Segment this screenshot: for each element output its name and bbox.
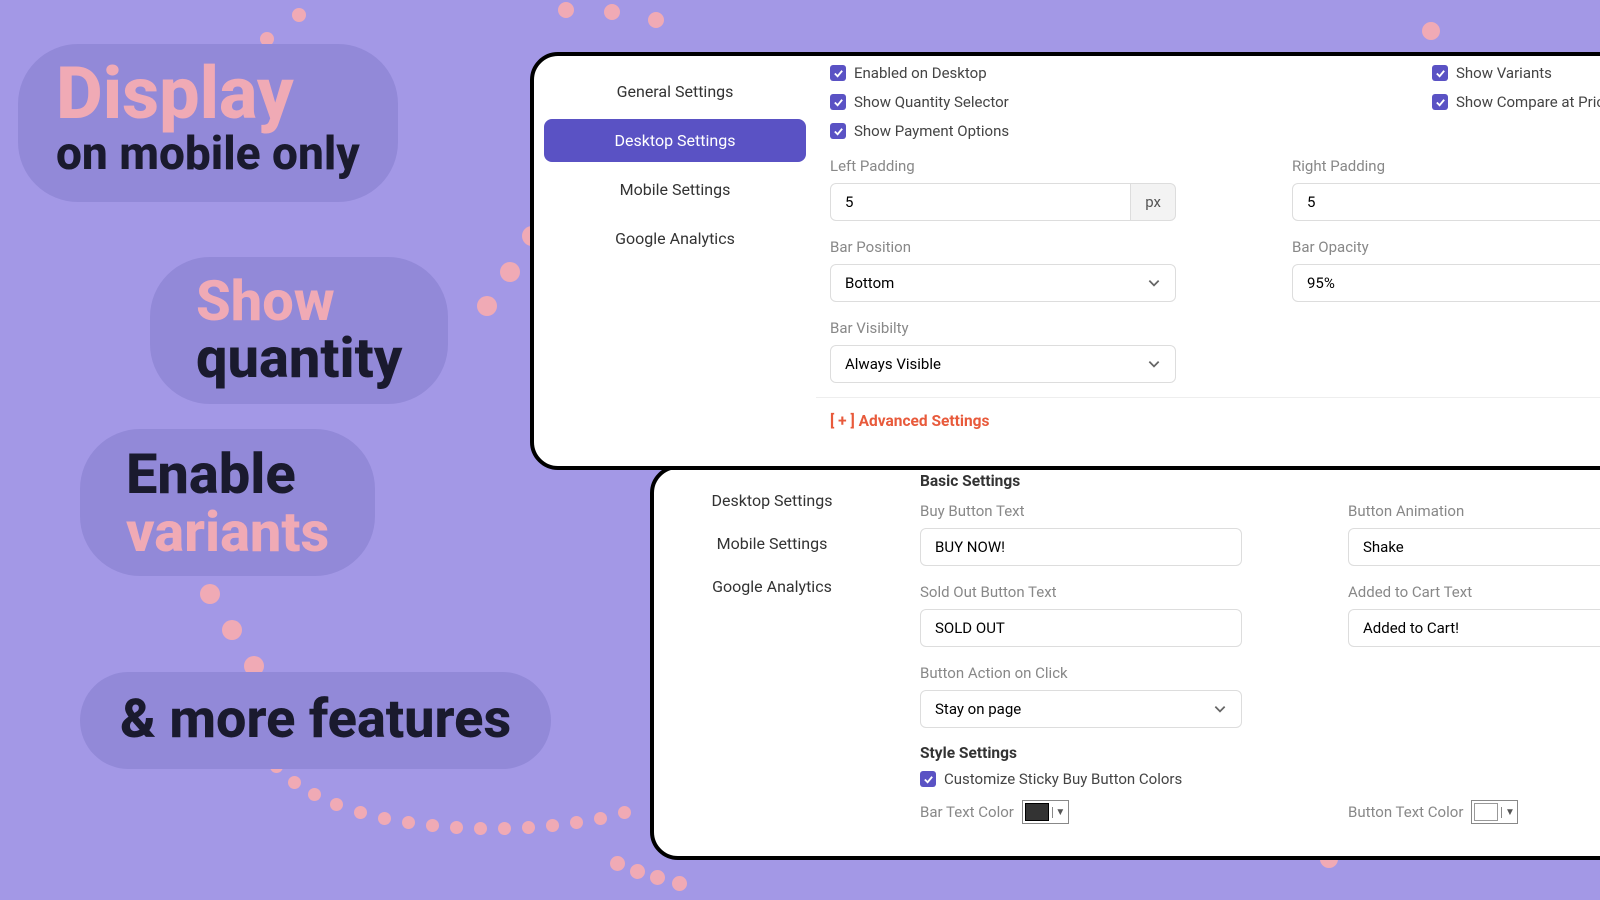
nav-desktop[interactable]: Desktop Settings: [544, 119, 806, 162]
added-to-cart-input[interactable]: Added to Cart!: [1348, 609, 1600, 647]
pill-more-features: & more features: [120, 692, 511, 749]
pill-show-line1: Show: [196, 273, 402, 329]
nav2-google-analytics[interactable]: Google Analytics: [654, 565, 890, 608]
btn-animation-label: Button Animation: [1348, 502, 1600, 520]
chevron-down-icon: [1147, 357, 1161, 371]
color-swatch: [1025, 803, 1049, 821]
style-settings-title: Style Settings: [920, 744, 1600, 762]
bar-opacity-label: Bar Opacity: [1292, 238, 1600, 256]
bar-visibility-select[interactable]: Always Visible: [830, 345, 1176, 383]
chevron-down-icon: [1213, 702, 1227, 716]
bar-position-label: Bar Position: [830, 238, 1176, 256]
sidebar-2: Desktop Settings Mobile Settings Google …: [654, 469, 890, 608]
left-padding-label: Left Padding: [830, 157, 1176, 175]
color-swatch: [1474, 803, 1498, 821]
advanced-settings-link[interactable]: [ + ] Advanced Settings: [830, 412, 1600, 430]
nav-mobile[interactable]: Mobile Settings: [544, 168, 806, 211]
bar-position-select[interactable]: Bottom: [830, 264, 1176, 302]
bar-text-color-label: Bar Text Color: [920, 803, 1014, 821]
added-to-cart-label: Added to Cart Text: [1348, 583, 1600, 601]
settings-window-2: Desktop Settings Mobile Settings Google …: [650, 465, 1600, 860]
btn-text-color-label: Button Text Color: [1348, 803, 1463, 821]
pill-enable-line2: variants: [126, 504, 329, 560]
btn-animation-input[interactable]: Shake: [1348, 528, 1600, 566]
check-icon: [830, 94, 846, 110]
right-padding-input[interactable]: 5: [1292, 183, 1600, 221]
nav2-mobile[interactable]: Mobile Settings: [654, 522, 890, 565]
buy-btn-text-label: Buy Button Text: [920, 502, 1242, 520]
checkbox-customize-colors[interactable]: Customize Sticky Buy Button Colors: [920, 770, 1600, 788]
unit-px: px: [1131, 183, 1176, 221]
nav-google-analytics[interactable]: Google Analytics: [544, 217, 806, 260]
pill-display-line2: on mobile only: [56, 130, 360, 178]
pill-display-line1: Display: [56, 58, 360, 130]
bar-visibility-label: Bar Visibilty: [830, 319, 1176, 337]
dropdown-arrow-icon: ▼: [1052, 807, 1066, 818]
buy-btn-text-input[interactable]: BUY NOW!: [920, 528, 1242, 566]
sidebar-1: General Settings Desktop Settings Mobile…: [534, 56, 816, 266]
btn-action-label: Button Action on Click: [920, 664, 1242, 682]
btn-action-select[interactable]: Stay on page: [920, 690, 1242, 728]
settings-window-1: General Settings Desktop Settings Mobile…: [530, 52, 1600, 470]
pill-show-line2: quantity: [196, 329, 402, 388]
checkbox-enabled-desktop[interactable]: Enabled on Desktop: [830, 64, 1176, 82]
checkbox-show-compare[interactable]: Show Compare at Price: [1432, 93, 1600, 111]
check-icon: [830, 65, 846, 81]
check-icon: [1432, 65, 1448, 81]
basic-settings-title: Basic Settings: [920, 472, 1600, 490]
dropdown-arrow-icon: ▼: [1501, 807, 1515, 818]
nav2-desktop[interactable]: Desktop Settings: [654, 479, 890, 522]
checkbox-show-variants[interactable]: Show Variants: [1432, 64, 1600, 82]
chevron-down-icon: [1147, 276, 1161, 290]
check-icon: [1432, 94, 1448, 110]
right-padding-label: Right Padding: [1292, 157, 1600, 175]
sold-out-input[interactable]: SOLD OUT: [920, 609, 1242, 647]
checkbox-show-quantity[interactable]: Show Quantity Selector: [830, 93, 1176, 111]
bar-opacity-input[interactable]: 95%: [1292, 264, 1600, 302]
bar-text-color-picker[interactable]: ▼: [1022, 800, 1069, 824]
nav-general[interactable]: General Settings: [544, 70, 806, 113]
btn-text-color-picker[interactable]: ▼: [1471, 800, 1518, 824]
check-icon: [830, 123, 846, 139]
pill-enable-line1: Enable: [126, 445, 329, 504]
sold-out-label: Sold Out Button Text: [920, 583, 1242, 601]
checkbox-show-payment[interactable]: Show Payment Options: [830, 122, 1176, 140]
left-padding-input[interactable]: 5: [830, 183, 1131, 221]
check-icon: [920, 771, 936, 787]
